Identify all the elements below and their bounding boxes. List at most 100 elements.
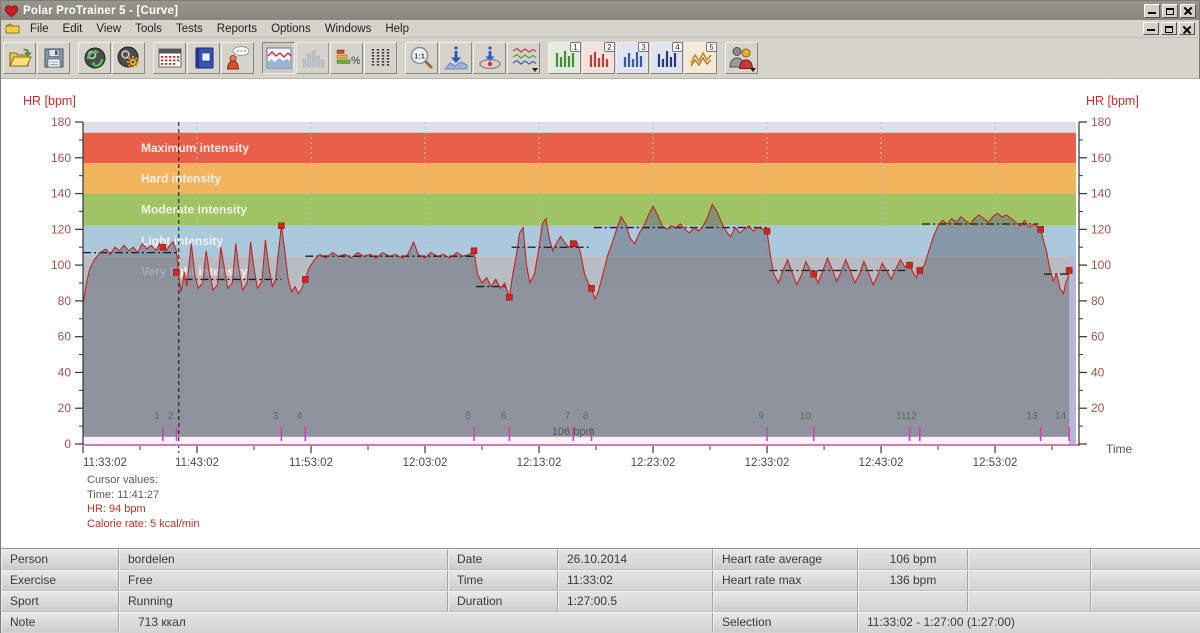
curve-chart-icon [266, 47, 292, 69]
add-info-button[interactable] [439, 42, 472, 74]
data-columns-icon [369, 47, 393, 69]
chart-2-badge: 2 [604, 42, 615, 52]
svg-text:12:03:02: 12:03:02 [403, 457, 448, 469]
transfer-settings-button[interactable] [112, 42, 145, 74]
empty-cell [858, 591, 968, 612]
hr-max-label: Heart rate max [713, 570, 858, 591]
time-value: 11:33:02 [558, 570, 713, 591]
bar-view-button[interactable] [296, 42, 329, 74]
menu-options[interactable]: Options [264, 21, 318, 37]
child-restore-button[interactable] [1161, 22, 1177, 35]
svg-text:3: 3 [273, 411, 279, 422]
person-label: Person [1, 549, 119, 570]
lap-marker-info-icon [476, 45, 504, 71]
calendar-button[interactable] [153, 42, 186, 74]
magnifier-icon: 1:1 [409, 45, 435, 71]
open-exercise-button[interactable] [3, 42, 36, 74]
percent-bars-icon: % [334, 47, 360, 69]
svg-text:12:23:02: 12:23:02 [631, 457, 676, 469]
svg-text:HR [bpm]: HR [bpm] [1086, 94, 1139, 108]
chart-1-badge: 1 [570, 42, 581, 52]
selection-label: Selection [713, 612, 858, 633]
chart-preset-2-button[interactable]: 2 [582, 42, 615, 74]
document-window-icon[interactable] [5, 23, 21, 35]
close-button[interactable] [1180, 4, 1196, 18]
chart-preset-3-button[interactable]: 3 [616, 42, 649, 74]
diary-button[interactable] [187, 42, 220, 74]
restore-button[interactable] [1162, 4, 1178, 18]
lap-info-button[interactable] [473, 42, 506, 74]
floppy-disk-icon [42, 46, 66, 70]
svg-text:106 bpm: 106 bpm [552, 426, 595, 438]
svg-text:80: 80 [58, 294, 72, 308]
chart-preset-5-button[interactable]: 5 [684, 42, 717, 74]
svg-text:13: 13 [1027, 411, 1039, 422]
svg-text:Time: Time [1106, 442, 1133, 456]
select-curves-button[interactable] [507, 42, 540, 74]
duration-value: 1:27:00.5 [558, 591, 713, 612]
svg-text:12:13:02: 12:13:02 [517, 457, 562, 469]
menu-edit[interactable]: Edit [56, 21, 90, 37]
menu-windows[interactable]: Windows [318, 21, 379, 37]
empty-cell [1091, 570, 1200, 591]
multi-curves-icon [511, 46, 537, 70]
empty-cell [968, 570, 1091, 591]
person-value: bordelen [119, 549, 448, 570]
app-window: Polar ProTrainer 5 - [Curve] File Edit V… [0, 0, 1200, 633]
percent-view-button[interactable]: % [330, 42, 363, 74]
svg-text:Moderate intensity: Moderate intensity [141, 203, 247, 217]
svg-text:20: 20 [58, 401, 72, 415]
save-button[interactable] [37, 42, 70, 74]
svg-text:12:53:02: 12:53:02 [973, 457, 1018, 469]
menu-tools[interactable]: Tools [128, 21, 169, 37]
exercise-label: Exercise [1, 570, 119, 591]
svg-text:Hard intensity: Hard intensity [141, 171, 221, 185]
polar-heart-logo-icon [4, 4, 19, 18]
svg-text:1:1: 1:1 [414, 52, 425, 61]
chart-preset-4-button[interactable]: 4 [650, 42, 683, 74]
svg-text:Light intensity: Light intensity [141, 234, 223, 248]
empty-cell [1091, 591, 1200, 612]
menu-tests[interactable]: Tests [169, 21, 210, 37]
menu-help[interactable]: Help [378, 21, 416, 37]
svg-text:11:33:02: 11:33:02 [83, 457, 127, 469]
curve-chart-region: Maximum intensityHard intensityModerate … [1, 79, 1200, 548]
svg-text:%: % [351, 55, 360, 67]
sync-arrows-icon [82, 45, 108, 71]
empty-cell [968, 549, 1091, 570]
chart-5-badge: 5 [706, 42, 717, 52]
person-notes-button[interactable] [221, 42, 254, 74]
chart-preset-1-button[interactable]: 1 [548, 42, 581, 74]
note-label: Note [1, 612, 119, 633]
compare-persons-button[interactable] [725, 42, 758, 74]
chart-3-badge: 3 [638, 42, 649, 52]
calendar-icon [157, 46, 183, 70]
svg-text:100: 100 [51, 258, 71, 272]
child-close-button[interactable] [1179, 22, 1195, 35]
data-grid-button[interactable] [364, 42, 397, 74]
empty-cell [1091, 549, 1200, 570]
svg-text:6: 6 [501, 411, 507, 422]
hr-curve-chart[interactable]: Maximum intensityHard intensityModerate … [1, 79, 1200, 471]
empty-cell [968, 591, 1091, 612]
exercise-info-table: Person bordelen Date 26.10.2014 Heart ra… [1, 548, 1200, 632]
transfer-button[interactable] [78, 42, 111, 74]
sync-settings-gear-icon [116, 45, 142, 71]
child-minimize-button[interactable] [1143, 22, 1159, 35]
cursor-calorie-value: Calorie rate: 5 kcal/min [87, 517, 200, 532]
svg-text:140: 140 [51, 187, 71, 201]
menu-reports[interactable]: Reports [210, 21, 264, 37]
sport-label: Sport [1, 591, 119, 612]
dropdown-arrow-icon [750, 68, 756, 72]
menu-file[interactable]: File [23, 21, 56, 37]
svg-text:12:43:02: 12:43:02 [859, 457, 904, 469]
sport-value: Running [119, 591, 448, 612]
zoom-1-1-button[interactable]: 1:1 [405, 42, 438, 74]
svg-text:4: 4 [297, 411, 303, 422]
svg-text:10: 10 [800, 411, 812, 422]
svg-text:8: 8 [583, 411, 589, 422]
curve-view-button[interactable] [262, 42, 295, 74]
duration-label: Duration [448, 591, 558, 612]
menu-view[interactable]: View [89, 21, 128, 37]
minimize-button[interactable] [1144, 4, 1160, 18]
